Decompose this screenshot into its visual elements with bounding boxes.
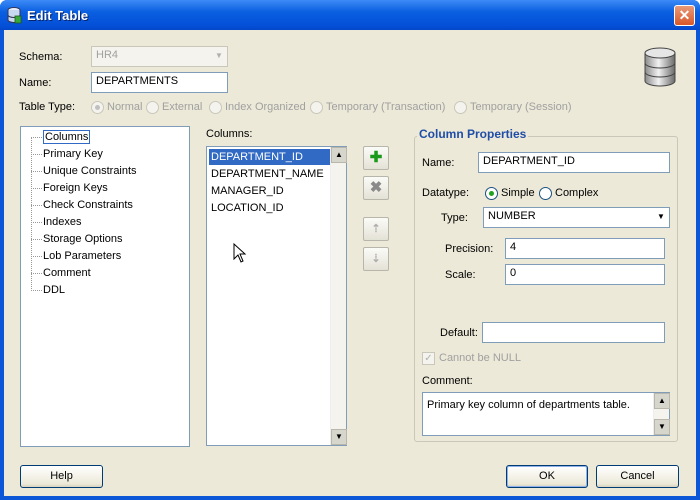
precision-label: Precision:: [445, 243, 494, 255]
tree-item-comment[interactable]: Comment: [43, 267, 91, 279]
tree-item-indexes[interactable]: Indexes: [43, 216, 82, 228]
plus-icon: ✚: [369, 149, 383, 166]
table-type-index-organized-label: Index Organized: [225, 101, 306, 113]
table-type-temp-transaction-radio[interactable]: [310, 101, 323, 114]
window-title: Edit Table: [27, 8, 89, 23]
schema-value: HR4: [96, 49, 119, 61]
type-combo[interactable]: NUMBER ▼: [483, 207, 670, 228]
table-name-input[interactable]: DEPARTMENTS: [91, 72, 228, 93]
ok-button[interactable]: OK: [506, 465, 588, 488]
comment-value: Primary key column of departments table.: [427, 399, 630, 411]
datatype-complex-radio[interactable]: [539, 187, 552, 200]
mouse-pointer-icon: [233, 243, 247, 263]
list-item[interactable]: DEPARTMENT_ID: [209, 149, 331, 165]
schema-label: Schema:: [19, 51, 63, 63]
scale-input[interactable]: 0: [505, 264, 665, 285]
tree-item-lob-parameters[interactable]: Lob Parameters: [43, 250, 121, 262]
table-type-label: Table Type:: [19, 101, 76, 113]
schema-combo[interactable]: HR4 ▼: [91, 46, 228, 67]
tree-item-unique-constraints[interactable]: Unique Constraints: [43, 165, 137, 177]
tree-item-foreign-keys[interactable]: Foreign Keys: [43, 182, 108, 194]
tree-item-columns[interactable]: Columns: [43, 130, 91, 144]
comment-scrollbar[interactable]: ▲ ▼: [653, 393, 670, 435]
precision-value: 4: [510, 241, 517, 253]
table-type-normal-radio[interactable]: [91, 101, 104, 114]
precision-input[interactable]: 4: [505, 238, 665, 259]
move-up-icon: ⇡: [371, 223, 381, 235]
tree-item-primary-key[interactable]: Primary Key: [43, 148, 103, 160]
columns-list-scrollbar[interactable]: ▲ ▼: [330, 147, 347, 445]
cannot-be-null-label: Cannot be NULL: [439, 352, 521, 364]
type-label: Type:: [441, 212, 468, 224]
dialog-body: Schema: HR4 ▼ Name: DEPARTMENTS Table Ty…: [4, 30, 696, 496]
scroll-down-icon[interactable]: ▼: [654, 419, 670, 435]
table-type-temp-session-radio[interactable]: [454, 101, 467, 114]
table-icon: [7, 7, 22, 24]
remove-column-button[interactable]: ✖: [363, 176, 389, 200]
comment-textarea[interactable]: Primary key column of departments table.…: [422, 392, 670, 436]
table-type-external-label: External: [162, 101, 203, 113]
cannot-be-null-checkbox[interactable]: ✓: [422, 352, 435, 365]
move-down-icon: ⇣: [371, 253, 381, 265]
default-label: Default:: [440, 327, 478, 339]
close-icon: ✕: [678, 7, 691, 23]
table-type-index-organized-radio[interactable]: [209, 101, 222, 114]
list-item[interactable]: LOCATION_ID: [209, 200, 331, 216]
tree-item-storage-options[interactable]: Storage Options: [43, 233, 123, 245]
database-icon: [644, 47, 676, 87]
scale-value: 0: [510, 267, 517, 279]
comment-label: Comment:: [422, 375, 473, 387]
close-button[interactable]: ✕: [674, 5, 695, 26]
scroll-up-icon[interactable]: ▲: [654, 393, 670, 409]
list-item[interactable]: DEPARTMENT_NAME: [209, 166, 331, 182]
delete-icon: ✖: [369, 179, 383, 196]
column-name-label: Name:: [422, 157, 455, 169]
type-value: NUMBER: [488, 210, 536, 222]
chevron-down-icon: ▼: [215, 51, 223, 60]
list-item[interactable]: MANAGER_ID: [209, 183, 331, 199]
datatype-simple-label: Simple: [501, 187, 535, 199]
navigation-tree: Columns Primary Key Unique Constraints F…: [20, 126, 190, 447]
scroll-up-icon[interactable]: ▲: [331, 147, 347, 163]
edit-table-window: Edit Table ✕ Schema: HR4 ▼ Name: DEPARTM…: [0, 0, 700, 500]
title-bar[interactable]: Edit Table ✕: [0, 0, 700, 30]
cancel-button[interactable]: Cancel: [596, 465, 679, 488]
table-type-normal-label: Normal: [107, 101, 143, 113]
table-type-temp-transaction-label: Temporary (Transaction): [326, 101, 446, 113]
columns-list-label: Columns:: [206, 128, 253, 140]
default-input[interactable]: [482, 322, 665, 343]
columns-list: DEPARTMENT_ID DEPARTMENT_NAME MANAGER_ID…: [206, 146, 347, 446]
datatype-label: Datatype:: [422, 187, 470, 199]
tree-item-check-constraints[interactable]: Check Constraints: [43, 199, 133, 211]
table-name-value: DEPARTMENTS: [96, 75, 179, 87]
tree-item-ddl[interactable]: DDL: [43, 284, 65, 296]
help-button[interactable]: Help: [20, 465, 103, 488]
scroll-down-icon[interactable]: ▼: [331, 429, 347, 445]
table-type-temp-session-label: Temporary (Session): [470, 101, 572, 113]
datatype-simple-radio[interactable]: [485, 187, 498, 200]
datatype-complex-label: Complex: [555, 187, 599, 199]
scale-label: Scale:: [445, 269, 476, 281]
name-label: Name:: [19, 77, 52, 89]
add-column-button[interactable]: ✚: [363, 146, 389, 170]
column-properties-title: Column Properties: [417, 127, 529, 141]
move-down-button[interactable]: ⇣: [363, 247, 389, 271]
column-name-value: DEPARTMENT_ID: [483, 155, 575, 167]
chevron-down-icon: ▼: [657, 212, 665, 221]
column-name-input[interactable]: DEPARTMENT_ID: [478, 152, 670, 173]
table-type-external-radio[interactable]: [146, 101, 159, 114]
move-up-button[interactable]: ⇡: [363, 217, 389, 241]
